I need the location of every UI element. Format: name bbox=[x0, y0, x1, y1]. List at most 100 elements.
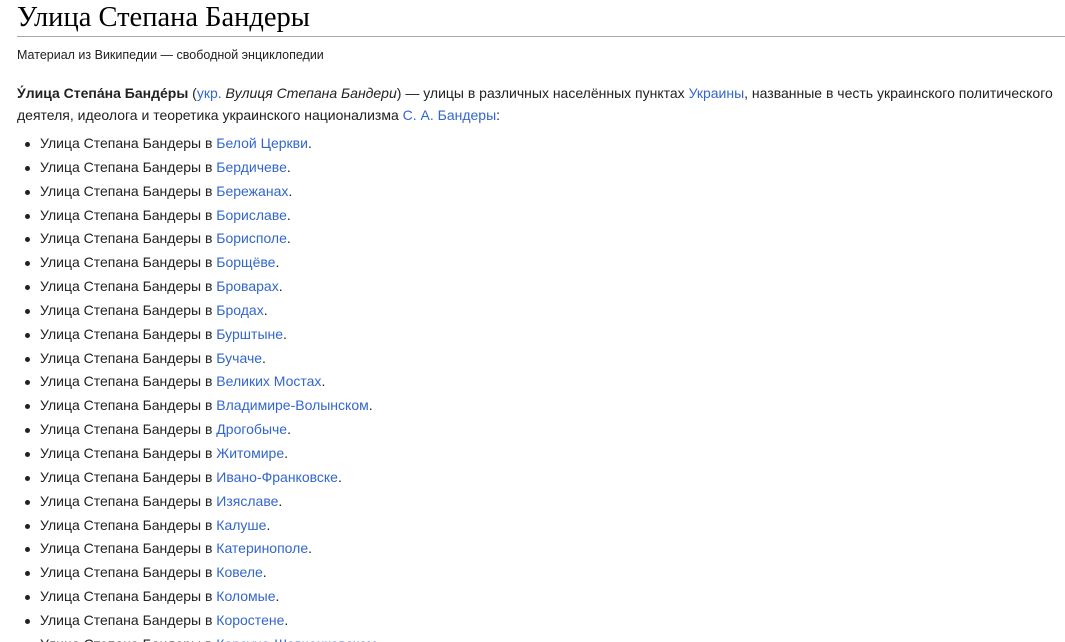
city-link[interactable]: Борщёве bbox=[216, 254, 275, 270]
list-item-prefix: Улица Степана Бандеры в bbox=[40, 373, 217, 390]
city-link[interactable]: Ковеле bbox=[216, 564, 263, 580]
list-item-prefix: Улица Степана Бандеры в bbox=[40, 135, 217, 151]
article-subject-bold: У́лица Степа́на Банде́ры bbox=[17, 85, 189, 101]
bullet-icon bbox=[25, 285, 30, 291]
list-item-prefix: Улица Степана Бандеры в bbox=[40, 636, 216, 642]
city-link[interactable]: Белой Церкви bbox=[216, 135, 308, 151]
list-item-suffix: . bbox=[288, 182, 293, 199]
bullet-icon bbox=[25, 165, 30, 171]
list-item-prefix: Улица Степана Бандеры в bbox=[40, 516, 217, 533]
list-item-prefix: Улица Степана Бандеры в bbox=[40, 230, 217, 247]
list-item: Улица Степана Бандеры в Великих Мостах. bbox=[22, 370, 380, 394]
bullet-icon bbox=[25, 475, 30, 481]
bullet-icon bbox=[25, 523, 30, 529]
list-item-prefix: Улица Степана Бандеры в bbox=[40, 325, 217, 342]
list-item-suffix: . bbox=[266, 516, 271, 533]
article-page: Улица Степана Бандеры Материал из Википе… bbox=[0, 0, 1065, 642]
city-link[interactable]: Коростене bbox=[216, 612, 284, 628]
city-link[interactable]: Бориславе bbox=[216, 207, 287, 223]
intro-open-paren: ( bbox=[188, 85, 197, 101]
city-link[interactable]: Бердичеве bbox=[216, 159, 287, 175]
page-title: Улица Степана Бандеры bbox=[17, 2, 310, 33]
city-link[interactable]: Бучаче bbox=[216, 350, 262, 366]
list-item-suffix: . bbox=[376, 636, 380, 642]
list-item: Улица Степана Бандеры в Борисполе. bbox=[22, 227, 380, 251]
city-link[interactable]: Бережанах bbox=[216, 183, 288, 199]
city-link[interactable]: Броварах bbox=[216, 278, 278, 294]
city-link[interactable]: Ивано-Франковске bbox=[216, 469, 338, 485]
list-item-prefix: Улица Степана Бандеры в bbox=[40, 611, 217, 628]
list-item: Улица Степана Бандеры в Изяславе. bbox=[22, 490, 380, 514]
list-item-suffix: . bbox=[278, 278, 283, 295]
list-item: Улица Степана Бандеры в Житомире. bbox=[22, 442, 380, 466]
city-link[interactable]: Коломые bbox=[216, 588, 275, 604]
ukraine-link[interactable]: Украины bbox=[689, 85, 745, 101]
site-tagline: Материал из Википедии — свободной энцикл… bbox=[17, 48, 324, 62]
list-item-suffix: . bbox=[286, 230, 291, 247]
bullet-icon bbox=[25, 261, 30, 267]
city-link[interactable]: Катеринополе bbox=[216, 540, 308, 556]
ukrainian-language-link[interactable]: укр. bbox=[197, 85, 222, 101]
city-link[interactable]: Корсуне-Шевченковском bbox=[216, 636, 376, 642]
list-item-prefix: Улица Степана Бандеры в bbox=[40, 421, 217, 438]
bullet-icon bbox=[25, 213, 30, 219]
list-item-suffix: . bbox=[286, 158, 291, 175]
city-link[interactable]: Изяславе bbox=[216, 493, 278, 509]
city-link[interactable]: Бурштыне bbox=[216, 326, 283, 342]
list-item-prefix: Улица Степана Бандеры в bbox=[40, 206, 217, 223]
list-item: Улица Степана Бандеры в Ивано-Франковске… bbox=[22, 466, 380, 490]
city-link[interactable]: Калуше bbox=[216, 517, 266, 533]
list-item-suffix: . bbox=[278, 492, 283, 509]
list-item: Улица Степана Бандеры в Бурштыне. bbox=[22, 323, 380, 347]
bullet-icon bbox=[25, 618, 30, 624]
list-item-suffix: . bbox=[262, 349, 266, 366]
bullet-icon bbox=[25, 308, 30, 314]
list-item-prefix: Улица Степана Бандеры в bbox=[40, 158, 217, 175]
list-item: Улица Степана Бандеры в Коломые. bbox=[22, 585, 380, 609]
list-item: Улица Степана Бандеры в Броварах. bbox=[22, 275, 380, 299]
list-item: Улица Степана Бандеры в Калуше. bbox=[22, 514, 380, 538]
city-link[interactable]: Житомире bbox=[216, 445, 284, 461]
list-item-suffix: . bbox=[284, 444, 288, 461]
bullet-icon bbox=[25, 356, 30, 362]
list-item-prefix: Улица Степана Бандеры в bbox=[40, 588, 217, 605]
list-item-prefix: Улица Степана Бандеры в bbox=[40, 468, 217, 485]
bandera-link[interactable]: С. А. Бандеры bbox=[403, 107, 497, 123]
list-item-suffix: . bbox=[307, 135, 312, 151]
list-item-prefix: Улица Степана Бандеры в bbox=[40, 301, 217, 318]
list-item: Улица Степана Бандеры в Дрогобыче. bbox=[22, 418, 380, 442]
list-item-suffix: . bbox=[283, 325, 287, 342]
city-link[interactable]: Дрогобыче bbox=[216, 421, 287, 437]
list-item: Улица Степана Бандеры в Бродах. bbox=[22, 299, 380, 323]
list-item-suffix: . bbox=[321, 373, 326, 390]
bullet-icon bbox=[25, 595, 30, 601]
list-item-prefix: Улица Степана Бандеры в bbox=[40, 254, 217, 271]
city-link[interactable]: Бродах bbox=[216, 302, 263, 318]
city-link[interactable]: Владимире-Волынском bbox=[216, 397, 368, 413]
ukrainian-name: Вулиця Степана Бандери bbox=[221, 85, 397, 101]
bullet-icon bbox=[25, 428, 30, 434]
list-item: Улица Степана Бандеры в Бережанах. bbox=[22, 180, 380, 204]
list-item: Улица Степана Бандеры в Владимире-Волынс… bbox=[22, 394, 380, 418]
list-item: Улица Степана Бандеры в Ковеле. bbox=[22, 561, 380, 585]
bullet-icon bbox=[25, 499, 30, 505]
title-divider bbox=[17, 36, 1065, 37]
list-item: Улица Степана Бандеры в Корсуне-Шевченко… bbox=[22, 633, 380, 642]
list-item: Улица Степана Бандеры в Катеринополе. bbox=[22, 537, 380, 561]
list-item-prefix: Улица Степана Бандеры в bbox=[40, 564, 217, 581]
intro-text-1: ) — улицы в различных населённых пунктах bbox=[396, 85, 689, 101]
street-list: Улица Степана Бандеры в Белой Церкви. Ули… bbox=[22, 132, 380, 642]
city-link[interactable]: Борисполе bbox=[216, 230, 287, 246]
city-link[interactable]: Великих Мостах bbox=[216, 373, 321, 389]
list-item-suffix: . bbox=[308, 540, 313, 557]
bullet-icon bbox=[25, 547, 30, 553]
list-item-suffix: . bbox=[263, 301, 268, 318]
bullet-icon bbox=[25, 380, 30, 386]
list-item-prefix: Улица Степана Бандеры в bbox=[40, 278, 217, 295]
list-item: Улица Степана Бандеры в Бучаче. bbox=[22, 347, 380, 371]
bullet-icon bbox=[25, 142, 30, 147]
list-item-prefix: Улица Степана Бандеры в bbox=[40, 182, 217, 199]
list-item: Улица Степана Бандеры в Коростене. bbox=[22, 609, 380, 633]
bullet-icon bbox=[25, 237, 30, 243]
bullet-icon bbox=[25, 189, 30, 195]
